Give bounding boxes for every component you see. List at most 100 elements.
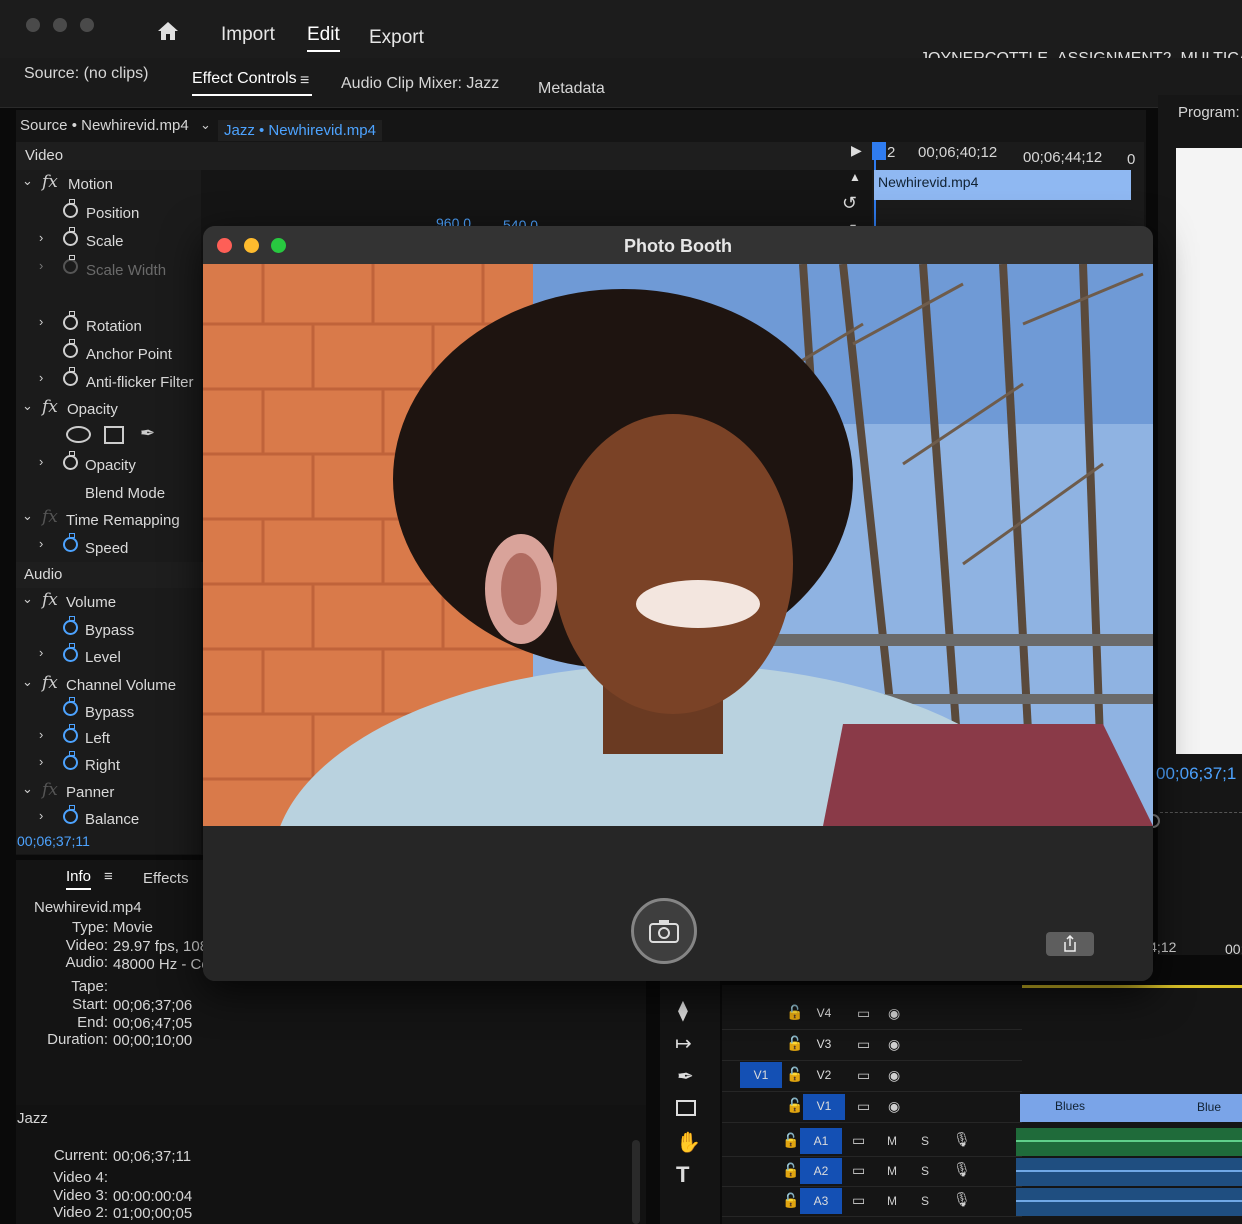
stopwatch-icon[interactable] <box>63 311 78 330</box>
stopwatch-icon[interactable] <box>63 616 78 635</box>
window-close-dot[interactable] <box>26 18 40 32</box>
panel-menu-icon[interactable]: ≡ <box>300 72 309 90</box>
sync-lock-icon[interactable]: ▭ <box>852 1162 865 1179</box>
track-target-a3[interactable]: A3 <box>800 1188 842 1214</box>
nav-export[interactable]: Export <box>369 27 424 49</box>
sync-lock-icon[interactable]: ▭ <box>857 1005 870 1022</box>
home-icon[interactable] <box>156 20 180 42</box>
tab-source[interactable]: Source: (no clips) <box>24 65 149 83</box>
microphone-icon[interactable]: 🎙 <box>953 1161 971 1178</box>
fx-icon[interactable]: fx <box>42 780 58 800</box>
stopwatch-icon[interactable] <box>63 199 78 218</box>
fx-icon[interactable]: fx <box>42 172 58 192</box>
chevron-right-icon[interactable]: › <box>39 754 43 769</box>
track-target-v2[interactable]: V2 <box>803 1063 845 1089</box>
source-clip-label[interactable]: Source • Newhirevid.mp4 <box>20 117 189 134</box>
track-target-a1[interactable]: A1 <box>800 1128 842 1154</box>
sync-lock-icon[interactable]: ▭ <box>857 1098 870 1115</box>
lock-icon[interactable]: 🔓 <box>786 1066 803 1083</box>
fx-icon[interactable]: fx <box>42 397 58 417</box>
nav-import[interactable]: Import <box>221 24 275 46</box>
track-target-v4[interactable]: V4 <box>803 1001 845 1027</box>
share-button[interactable] <box>1046 932 1094 956</box>
stopwatch-icon[interactable] <box>63 751 78 770</box>
window-min-dot[interactable] <box>53 18 67 32</box>
tab-effects[interactable]: Effects <box>143 870 189 887</box>
solo-button[interactable]: S <box>921 1134 929 1148</box>
sequence-clip-tab[interactable]: Jazz • Newhirevid.mp4 <box>218 120 382 141</box>
stopwatch-icon[interactable] <box>63 643 78 662</box>
tab-effect-controls[interactable]: Effect Controls <box>192 70 312 96</box>
chevron-right-icon[interactable]: › <box>39 258 43 273</box>
chevron-right-icon[interactable]: › <box>39 727 43 742</box>
stopwatch-icon[interactable] <box>63 805 78 824</box>
chevron-right-icon[interactable]: › <box>39 454 43 469</box>
chevron-down-icon[interactable]: ⌄ <box>22 173 33 189</box>
stopwatch-icon[interactable] <box>63 451 78 470</box>
chevron-down-icon[interactable]: ⌄ <box>200 117 211 133</box>
stopwatch-icon[interactable] <box>63 227 78 246</box>
chevron-right-icon[interactable]: › <box>39 645 43 660</box>
sync-lock-icon[interactable]: ▭ <box>857 1036 870 1053</box>
pen-tool-icon[interactable]: ✒ <box>677 1064 694 1089</box>
stopwatch-icon[interactable] <box>63 367 78 386</box>
fx-icon[interactable]: fx <box>42 507 58 527</box>
stopwatch-icon[interactable] <box>63 724 78 743</box>
track-target-v1[interactable]: V1 <box>803 1094 845 1120</box>
chevron-down-icon[interactable]: ⌄ <box>22 781 33 797</box>
slip-tool-icon[interactable]: ↦ <box>675 1031 692 1056</box>
eye-icon[interactable]: ◉ <box>888 1005 900 1022</box>
microphone-icon[interactable]: 🎙 <box>953 1131 971 1148</box>
photo-booth-window[interactable]: Photo Booth <box>203 226 1153 981</box>
eye-icon[interactable]: ◉ <box>888 1067 900 1084</box>
audio-clip-a1[interactable] <box>1016 1128 1242 1156</box>
program-timecode[interactable]: 00;06;37;1 <box>1156 764 1236 784</box>
window-max-dot[interactable] <box>80 18 94 32</box>
chevron-right-icon[interactable]: › <box>39 230 43 245</box>
panel-menu-icon[interactable]: ≡ <box>104 868 113 885</box>
chevron-down-icon[interactable]: ⌄ <box>22 674 33 690</box>
lock-icon[interactable]: 🔓 <box>786 1035 803 1052</box>
reset-icon[interactable]: ↺ <box>842 193 857 214</box>
solo-button[interactable]: S <box>921 1194 929 1208</box>
chevron-down-icon[interactable]: ⌄ <box>22 591 33 607</box>
collapse-up-icon[interactable]: ▲ <box>849 170 861 184</box>
sync-lock-icon[interactable]: ▭ <box>857 1067 870 1084</box>
track-target-a2[interactable]: A2 <box>800 1158 842 1184</box>
eye-icon[interactable]: ◉ <box>888 1036 900 1053</box>
ellipse-mask-icon[interactable] <box>66 426 91 443</box>
chevron-right-icon[interactable]: › <box>39 314 43 329</box>
scrollbar[interactable] <box>632 1140 640 1224</box>
chevron-right-icon[interactable]: › <box>39 370 43 385</box>
take-photo-button[interactable] <box>631 898 697 964</box>
lock-icon[interactable]: 🔓 <box>782 1192 799 1209</box>
chevron-right-icon[interactable]: › <box>39 808 43 823</box>
tab-audio-clip-mixer[interactable]: Audio Clip Mixer: Jazz <box>341 75 499 93</box>
tab-metadata[interactable]: Metadata <box>538 80 605 98</box>
solo-button[interactable]: S <box>921 1164 929 1178</box>
chevron-down-icon[interactable]: ⌄ <box>22 508 33 524</box>
lock-icon[interactable]: 🔓 <box>782 1132 799 1149</box>
mute-button[interactable]: M <box>887 1164 897 1178</box>
lock-icon[interactable]: 🔓 <box>786 1004 803 1021</box>
nav-edit[interactable]: Edit <box>307 24 340 52</box>
rectangle-mask-icon[interactable] <box>104 426 124 444</box>
fx-icon[interactable]: fx <box>42 673 58 693</box>
sync-lock-icon[interactable]: ▭ <box>852 1132 865 1149</box>
hand-tool-icon[interactable]: ✋ <box>676 1130 701 1155</box>
audio-clip-a2[interactable] <box>1016 1158 1242 1186</box>
eye-icon[interactable]: ◉ <box>888 1098 900 1115</box>
stopwatch-icon[interactable] <box>63 533 78 552</box>
stopwatch-icon[interactable] <box>63 697 78 716</box>
track-target-v3[interactable]: V3 <box>803 1032 845 1058</box>
chevron-down-icon[interactable]: ⌄ <box>22 398 33 414</box>
mute-button[interactable]: M <box>887 1194 897 1208</box>
type-tool-icon[interactable]: T <box>676 1162 689 1188</box>
chevron-right-icon[interactable]: › <box>39 536 43 551</box>
tab-info[interactable]: Info <box>66 868 92 890</box>
stopwatch-icon[interactable] <box>63 339 78 358</box>
audio-clip-a3[interactable] <box>1016 1188 1242 1216</box>
rectangle-tool-icon[interactable] <box>676 1100 696 1116</box>
stopwatch-icon[interactable] <box>63 255 78 274</box>
source-patch-v1[interactable]: V1 <box>740 1062 782 1088</box>
